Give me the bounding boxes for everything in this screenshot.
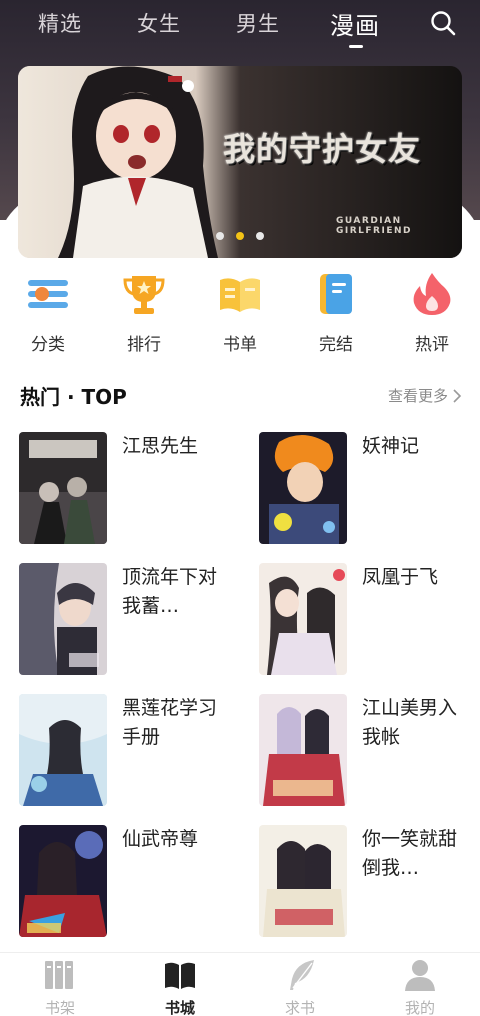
see-more-link[interactable]: 查看更多 (388, 385, 462, 406)
comic-cover[interactable] (259, 825, 347, 937)
comic-cover[interactable] (19, 825, 107, 937)
feather-icon (290, 960, 314, 990)
see-more-label: 查看更多 (387, 387, 448, 405)
nav-label: 书城 (164, 999, 195, 1016)
tab-featured[interactable]: 精选 (38, 8, 82, 38)
tab-female[interactable]: 女生 (137, 8, 181, 38)
category-ranking[interactable]: 排行 (109, 270, 179, 355)
comic-card[interactable]: 仙武帝尊 (19, 825, 239, 937)
category-label: 热评 (415, 335, 449, 355)
active-tab-indicator (349, 45, 363, 48)
nav-label: 求书 (284, 999, 315, 1016)
comic-card[interactable]: 黑莲花学习手册 (19, 694, 239, 806)
banner-pagination (0, 232, 480, 242)
comic-title: 黑莲花学习手册 (122, 697, 218, 748)
category-booklist[interactable]: 书单 (205, 270, 275, 355)
bookstore-icon (165, 962, 195, 989)
comic-title: 妖神记 (362, 435, 420, 457)
comic-card[interactable]: 江思先生 (19, 432, 239, 544)
category-finished[interactable]: 完结 (301, 270, 371, 355)
tab-comics[interactable]: 漫画 (330, 6, 380, 41)
finished-book-icon (320, 274, 352, 314)
top-tab-bar: 精选 女生 男生 漫画 (0, 0, 480, 58)
comic-card[interactable]: 你一笑就甜倒我… (259, 825, 479, 937)
booklist-icon (220, 278, 260, 312)
chevron-right-icon (453, 388, 462, 403)
category-row: 分类 排行 书单 完结 热评 (0, 270, 480, 360)
comic-title: 江山美男入我帐 (362, 697, 458, 748)
category-label: 书单 (223, 335, 257, 355)
profile-icon (405, 960, 435, 991)
bottom-navigation: 书架 书城 求书 我的 (0, 952, 480, 1016)
category-label: 分类 (31, 335, 65, 355)
category-hot-comments[interactable]: 热评 (397, 270, 467, 355)
comic-card[interactable]: 妖神记 (259, 432, 479, 544)
bookshelf-icon (45, 961, 73, 989)
nav-bookshelf[interactable]: 书架 (20, 957, 100, 1016)
comic-card[interactable]: 顶流年下对我蓄… (19, 563, 239, 675)
category-label: 完结 (319, 335, 353, 355)
category-icon (28, 280, 68, 308)
category-classify[interactable]: 分类 (13, 270, 83, 355)
comic-cover[interactable] (19, 563, 107, 675)
category-label: 排行 (127, 335, 161, 355)
banner-title: 我的守护女友 (223, 130, 422, 168)
comic-cover[interactable] (259, 694, 347, 806)
comic-cover[interactable] (259, 563, 347, 675)
comic-title: 顶流年下对我蓄… (122, 566, 218, 617)
search-icon[interactable] (430, 10, 456, 36)
comic-card[interactable]: 凤凰于飞 (259, 563, 479, 675)
app-root: 精选 女生 男生 漫画 我的守护女友 GUARDIAN GIRLFRIEND 分… (0, 0, 480, 1016)
pagination-dot-active[interactable] (236, 232, 244, 240)
comic-card[interactable]: 江山美男入我帐 (259, 694, 479, 806)
comic-cover[interactable] (259, 432, 347, 544)
nav-profile[interactable]: 我的 (380, 957, 460, 1016)
nav-bookstore[interactable]: 书城 (140, 957, 220, 1016)
nav-label: 书架 (44, 999, 75, 1016)
section-title: 热门 · TOP (20, 385, 127, 409)
comic-cover[interactable] (19, 432, 107, 544)
pagination-dot[interactable] (256, 232, 264, 240)
flame-icon (413, 273, 451, 315)
featured-banner[interactable]: 我的守护女友 GUARDIAN GIRLFRIEND (18, 66, 462, 258)
comic-title: 凤凰于飞 (362, 566, 439, 588)
tab-male[interactable]: 男生 (236, 8, 280, 38)
comic-title: 仙武帝尊 (122, 828, 199, 850)
comic-title: 江思先生 (122, 435, 199, 457)
comic-cover[interactable] (19, 694, 107, 806)
comic-title: 你一笑就甜倒我… (362, 828, 458, 879)
trophy-icon (123, 276, 165, 314)
pagination-dot[interactable] (216, 232, 224, 240)
nav-request-book[interactable]: 求书 (260, 957, 340, 1016)
nav-label: 我的 (404, 999, 435, 1016)
